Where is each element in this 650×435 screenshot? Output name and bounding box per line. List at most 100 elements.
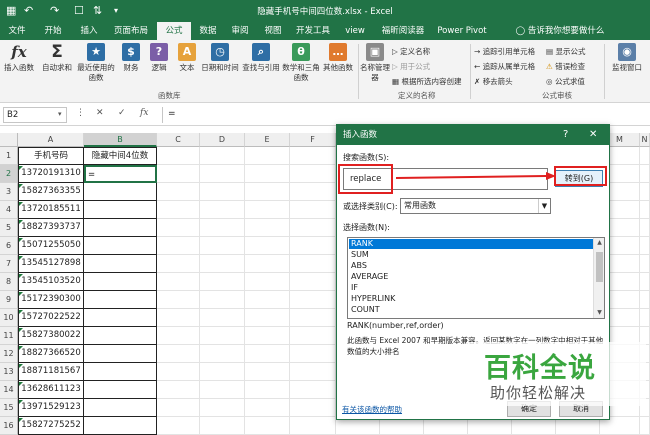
result-cell[interactable] <box>84 399 157 417</box>
result-cell[interactable] <box>84 183 157 201</box>
function-list-scrollbar[interactable]: ▲ ▼ <box>593 238 604 318</box>
column-header-c[interactable]: C <box>157 133 200 147</box>
row-header[interactable]: 1 <box>0 147 18 165</box>
scroll-up-icon[interactable]: ▲ <box>594 238 604 248</box>
result-cell[interactable] <box>84 273 157 291</box>
error-checking-button[interactable]: ⚠ 错误检查 <box>546 61 585 72</box>
row-header[interactable]: 15 <box>0 399 18 417</box>
result-cell[interactable] <box>84 417 157 435</box>
logical-button[interactable]: ? 逻辑 <box>146 43 172 73</box>
result-cell[interactable] <box>84 237 157 255</box>
help-icon[interactable]: ? <box>563 125 568 145</box>
tab-data[interactable]: 数据 <box>193 22 223 40</box>
tab-review[interactable]: 审阅 <box>225 22 255 40</box>
phone-cell[interactable]: 13628611123 <box>18 381 84 399</box>
tell-me-box[interactable]: ◯ 告诉我你想要做什么 <box>498 22 622 40</box>
lookup-reference-button[interactable]: ⌕ 查找与引用 <box>240 43 282 73</box>
remove-arrows-button[interactable]: ✗ 移去箭头 <box>474 76 513 87</box>
phone-cell[interactable]: 18827393737 <box>18 219 84 237</box>
watch-window-button[interactable]: ◉ 监视窗口 <box>608 43 646 73</box>
row-header[interactable]: 4 <box>0 201 18 219</box>
define-name-button[interactable]: ▷ 定义名称 <box>392 46 430 57</box>
more-functions-button[interactable]: … 其他函数 <box>320 43 356 73</box>
row-header[interactable]: 2 <box>0 165 18 183</box>
tab-view-en[interactable]: view <box>338 22 372 40</box>
row-header[interactable]: 13 <box>0 363 18 381</box>
formula-input[interactable]: = <box>162 107 646 123</box>
function-list-item[interactable]: HYPERLINK <box>349 294 593 304</box>
column-header-n[interactable]: N <box>640 133 650 147</box>
function-list-item[interactable]: IF <box>349 283 593 293</box>
header-cell-hidden[interactable]: 隐藏中间4位数 <box>84 147 157 165</box>
tab-home[interactable]: 开始 <box>36 22 70 40</box>
name-box-dropdown-icon[interactable]: ▾ <box>58 110 62 118</box>
function-list-item[interactable]: COUNT <box>349 305 593 315</box>
phone-cell[interactable]: 18827366520 <box>18 345 84 363</box>
phone-cell[interactable]: 13720191310 <box>18 165 84 183</box>
phone-cell[interactable]: 15727022522 <box>18 309 84 327</box>
active-cell[interactable]: = <box>84 165 157 183</box>
autosum-button[interactable]: Σ 自动求和 <box>40 43 74 73</box>
phone-cell[interactable]: 15827380022 <box>18 327 84 345</box>
row-header[interactable]: 12 <box>0 345 18 363</box>
category-select[interactable]: 常用函数 ▼ <box>400 198 551 214</box>
recent-functions-button[interactable]: ★ 最近使用的函数 <box>76 43 116 83</box>
scroll-down-icon[interactable]: ▼ <box>594 308 604 318</box>
function-list[interactable]: ▲ ▼ RANK SUM ABS AVERAGE IF HYPERLINK COUNT <box>347 237 605 319</box>
date-time-button[interactable]: ◷ 日期和时间 <box>200 43 240 73</box>
result-cell[interactable] <box>84 219 157 237</box>
show-formulas-button[interactable]: ▤ 显示公式 <box>546 46 585 57</box>
function-list-item[interactable]: RANK <box>349 239 593 249</box>
tab-power-pivot[interactable]: Power Pivot <box>433 22 491 40</box>
phone-cell[interactable]: 18871181567 <box>18 363 84 381</box>
insert-function-button[interactable]: fx 插入函数 <box>2 43 36 73</box>
function-help-link[interactable]: 有关该函数的帮助 <box>342 404 402 415</box>
financial-button[interactable]: $ 财务 <box>118 43 144 73</box>
phone-cell[interactable]: 15071255050 <box>18 237 84 255</box>
tab-formulas[interactable]: 公式 <box>157 22 191 40</box>
row-header[interactable]: 8 <box>0 273 18 291</box>
create-from-selection-button[interactable]: ▦ 根据所选内容创建 <box>392 76 461 87</box>
function-list-item[interactable]: SUM <box>349 250 593 260</box>
result-cell[interactable] <box>84 327 157 345</box>
phone-cell[interactable]: 15827363355 <box>18 183 84 201</box>
function-list-item[interactable]: ABS <box>349 261 593 271</box>
column-header-d[interactable]: D <box>200 133 245 147</box>
column-header-a[interactable]: A <box>18 133 84 147</box>
row-header[interactable]: 10 <box>0 309 18 327</box>
confirm-entry-icon[interactable]: ✓ <box>118 108 126 118</box>
header-cell-phone[interactable]: 手机号码 <box>18 147 84 165</box>
row-header[interactable]: 9 <box>0 291 18 309</box>
phone-cell[interactable]: 15827275252 <box>18 417 84 435</box>
tab-page-layout[interactable]: 页面布局 <box>108 22 154 40</box>
result-cell[interactable] <box>84 291 157 309</box>
select-all-corner[interactable] <box>0 133 18 147</box>
row-header[interactable]: 14 <box>0 381 18 399</box>
result-cell[interactable] <box>84 381 157 399</box>
result-cell[interactable] <box>84 309 157 327</box>
row-header[interactable]: 5 <box>0 219 18 237</box>
result-cell[interactable] <box>84 345 157 363</box>
row-header[interactable]: 7 <box>0 255 18 273</box>
math-trig-button[interactable]: θ 数学和三角函数 <box>282 43 320 83</box>
phone-cell[interactable]: 13545127898 <box>18 255 84 273</box>
result-cell[interactable] <box>84 255 157 273</box>
name-manager-button[interactable]: ▣ 名称管理器 <box>360 43 390 83</box>
phone-cell[interactable]: 13545103520 <box>18 273 84 291</box>
close-icon[interactable]: ✕ <box>589 125 597 145</box>
column-header-e[interactable]: E <box>245 133 290 147</box>
insert-function-fx-icon[interactable]: fx <box>140 108 148 118</box>
use-in-formula-button[interactable]: ▷ 用于公式 <box>392 61 430 72</box>
row-header[interactable]: 16 <box>0 417 18 435</box>
trace-precedents-button[interactable]: → 追踪引用单元格 <box>474 46 535 57</box>
phone-cell[interactable]: 15172390300 <box>18 291 84 309</box>
row-header[interactable]: 3 <box>0 183 18 201</box>
result-cell[interactable] <box>84 363 157 381</box>
phone-cell[interactable]: 13971529123 <box>18 399 84 417</box>
evaluate-formula-button[interactable]: ◎ 公式求值 <box>546 76 585 87</box>
tab-developer[interactable]: 开发工具 <box>291 22 335 40</box>
row-header[interactable]: 6 <box>0 237 18 255</box>
tab-insert[interactable]: 插入 <box>72 22 106 40</box>
phone-cell[interactable]: 13720185511 <box>18 201 84 219</box>
column-header-f[interactable]: F <box>290 133 336 147</box>
